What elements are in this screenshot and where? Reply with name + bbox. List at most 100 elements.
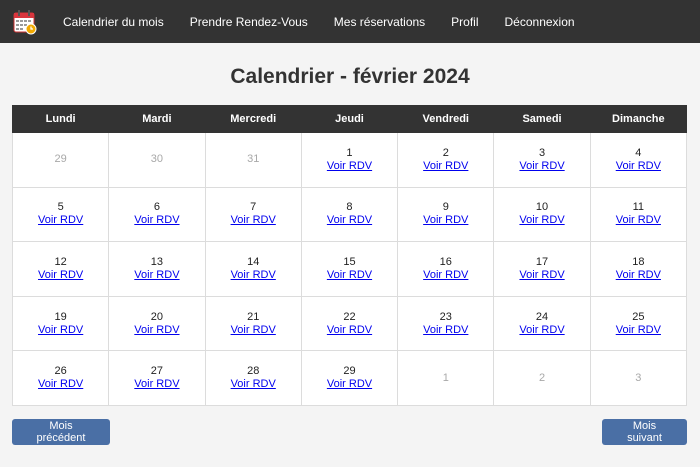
- calendar-day-cell: 20 Voir RDV: [108, 295, 206, 352]
- calendar-day-cell: 8 Voir RDV: [300, 186, 399, 243]
- calendar-day-cell: 10 Voir RDV: [493, 186, 591, 243]
- calendar-day-cell: 29 Voir RDV: [300, 350, 399, 406]
- day-number: 16: [439, 255, 452, 268]
- weekday-header: Lundi: [11, 105, 110, 133]
- calendar-day-cell: 16 Voir RDV: [397, 241, 495, 297]
- calendar-day-cell: 19 Voir RDV: [11, 295, 110, 352]
- nav-link-prendre-rendez-vous[interactable]: Prendre Rendez-Vous: [190, 15, 308, 29]
- voir-rdv-link[interactable]: Voir RDV: [13, 214, 108, 227]
- voir-rdv-link[interactable]: Voir RDV: [302, 214, 397, 227]
- day-number: 17: [535, 255, 549, 268]
- day-number: 27: [150, 365, 164, 378]
- calendar-clock-icon[interactable]: [13, 9, 37, 35]
- day-number: 2: [538, 371, 546, 384]
- voir-rdv-link[interactable]: Voir RDV: [591, 160, 686, 173]
- day-number: 1: [442, 371, 449, 384]
- voir-rdv-link[interactable]: Voir RDV: [302, 324, 397, 337]
- day-number: 8: [346, 201, 353, 214]
- day-number: 4: [635, 146, 642, 159]
- calendar-day-cell: 13 Voir RDV: [108, 241, 206, 297]
- voir-rdv-link[interactable]: Voir RDV: [206, 269, 301, 282]
- weekday-header-row: Lundi Mardi Mercredi Jeudi Vendredi Same…: [11, 105, 688, 133]
- voir-rdv-link[interactable]: Voir RDV: [13, 269, 108, 282]
- voir-rdv-link[interactable]: Voir RDV: [494, 160, 589, 173]
- day-number: 11: [632, 201, 645, 214]
- calendar-day-cell: 22 Voir RDV: [300, 295, 399, 352]
- day-number: 9: [442, 201, 449, 214]
- voir-rdv-link[interactable]: Voir RDV: [206, 214, 301, 227]
- next-month-button[interactable]: Mois suivant: [602, 419, 687, 445]
- voir-rdv-link[interactable]: Voir RDV: [398, 214, 493, 227]
- previous-month-button[interactable]: Mois précédent: [12, 419, 110, 445]
- voir-rdv-link[interactable]: Voir RDV: [109, 214, 204, 227]
- day-number: 6: [153, 201, 160, 214]
- calendar-day-cell: 14 Voir RDV: [204, 241, 302, 297]
- calendar-day-cell: 23 Voir RDV: [397, 295, 495, 352]
- day-number: 29: [54, 153, 67, 166]
- nav-link-mes-reservations[interactable]: Mes réservations: [334, 15, 425, 29]
- calendar-day-cell: 25 Voir RDV: [589, 295, 688, 352]
- day-number: 31: [247, 153, 260, 166]
- voir-rdv-link[interactable]: Voir RDV: [109, 378, 204, 391]
- weekday-header: Mardi: [108, 105, 206, 133]
- day-number: 5: [57, 201, 64, 214]
- day-number: 14: [247, 255, 260, 268]
- calendar-day-cell: 6 Voir RDV: [108, 186, 206, 243]
- voir-rdv-link[interactable]: Voir RDV: [398, 324, 493, 337]
- weekday-header: Vendredi: [397, 105, 495, 133]
- voir-rdv-link[interactable]: Voir RDV: [398, 269, 493, 282]
- voir-rdv-link[interactable]: Voir RDV: [206, 378, 301, 391]
- calendar-day-cell: 27 Voir RDV: [108, 350, 206, 406]
- calendar-day-cell: 1 Voir RDV: [300, 132, 399, 188]
- voir-rdv-link[interactable]: Voir RDV: [206, 324, 301, 337]
- voir-rdv-link[interactable]: Voir RDV: [494, 324, 589, 337]
- weekday-header: Jeudi: [300, 105, 399, 133]
- calendar-day-cell: 24 Voir RDV: [493, 295, 591, 352]
- day-number: 21: [247, 310, 260, 323]
- calendar-week-row: 26 Voir RDV 27 Voir RDV 28 Voir RDV 29 Voir RDV…: [11, 350, 688, 406]
- day-number: 26: [54, 365, 67, 378]
- day-number: 24: [535, 310, 549, 323]
- voir-rdv-link[interactable]: Voir RDV: [591, 269, 686, 282]
- calendar-day-cell: 5 Voir RDV: [11, 186, 110, 243]
- calendar-day-cell: 7 Voir RDV: [204, 186, 302, 243]
- voir-rdv-link[interactable]: Voir RDV: [13, 324, 108, 337]
- calendar-body: 29 30 31 1 Voir RDV 2 Voir RDV 3 Voir RDV 4 Voir R…: [11, 132, 688, 406]
- voir-rdv-link[interactable]: Voir RDV: [109, 324, 204, 337]
- calendar-week-row: 12 Voir RDV 13 Voir RDV 14 Voir RDV 15 Voir RDV…: [11, 241, 688, 297]
- day-number: 23: [439, 310, 452, 323]
- nav-link-calendrier-du-mois[interactable]: Calendrier du mois: [63, 15, 164, 29]
- nav-links: Calendrier du mois Prendre Rendez-Vous M…: [63, 15, 601, 29]
- day-number: 30: [150, 153, 164, 166]
- day-number: 15: [343, 255, 356, 268]
- voir-rdv-link[interactable]: Voir RDV: [494, 269, 589, 282]
- day-number: 1: [346, 146, 353, 159]
- voir-rdv-link[interactable]: Voir RDV: [494, 214, 589, 227]
- day-number: 22: [343, 310, 356, 323]
- calendar-day-cell: 30: [108, 132, 206, 188]
- calendar-week-row: 19 Voir RDV 20 Voir RDV 21 Voir RDV 22 Voir RDV…: [11, 295, 688, 352]
- voir-rdv-link[interactable]: Voir RDV: [302, 269, 397, 282]
- calendar-day-cell: 28 Voir RDV: [204, 350, 302, 406]
- calendar-day-cell: 9 Voir RDV: [397, 186, 495, 243]
- nav-link-deconnexion[interactable]: Déconnexion: [505, 15, 575, 29]
- calendar-day-cell: 21 Voir RDV: [204, 295, 302, 352]
- calendar-week-row: 5 Voir RDV 6 Voir RDV 7 Voir RDV 8 Voir RDV 9 Voi…: [11, 186, 688, 243]
- top-navbar: Calendrier du mois Prendre Rendez-Vous M…: [0, 0, 700, 43]
- day-number: 3: [538, 146, 546, 159]
- weekday-header: Mercredi: [204, 105, 302, 133]
- voir-rdv-link[interactable]: Voir RDV: [398, 160, 493, 173]
- voir-rdv-link[interactable]: Voir RDV: [13, 378, 108, 391]
- voir-rdv-link[interactable]: Voir RDV: [591, 214, 686, 227]
- voir-rdv-link[interactable]: Voir RDV: [302, 378, 397, 391]
- voir-rdv-link[interactable]: Voir RDV: [591, 324, 686, 337]
- weekday-header: Samedi: [493, 105, 591, 133]
- voir-rdv-link[interactable]: Voir RDV: [302, 160, 397, 173]
- day-number: 7: [250, 201, 257, 214]
- calendar-day-cell: 17 Voir RDV: [493, 241, 591, 297]
- calendar-day-cell: 29: [11, 132, 110, 188]
- nav-link-profil[interactable]: Profil: [451, 15, 478, 29]
- voir-rdv-link[interactable]: Voir RDV: [109, 269, 204, 282]
- day-number: 19: [54, 310, 67, 323]
- day-number: 10: [535, 201, 549, 214]
